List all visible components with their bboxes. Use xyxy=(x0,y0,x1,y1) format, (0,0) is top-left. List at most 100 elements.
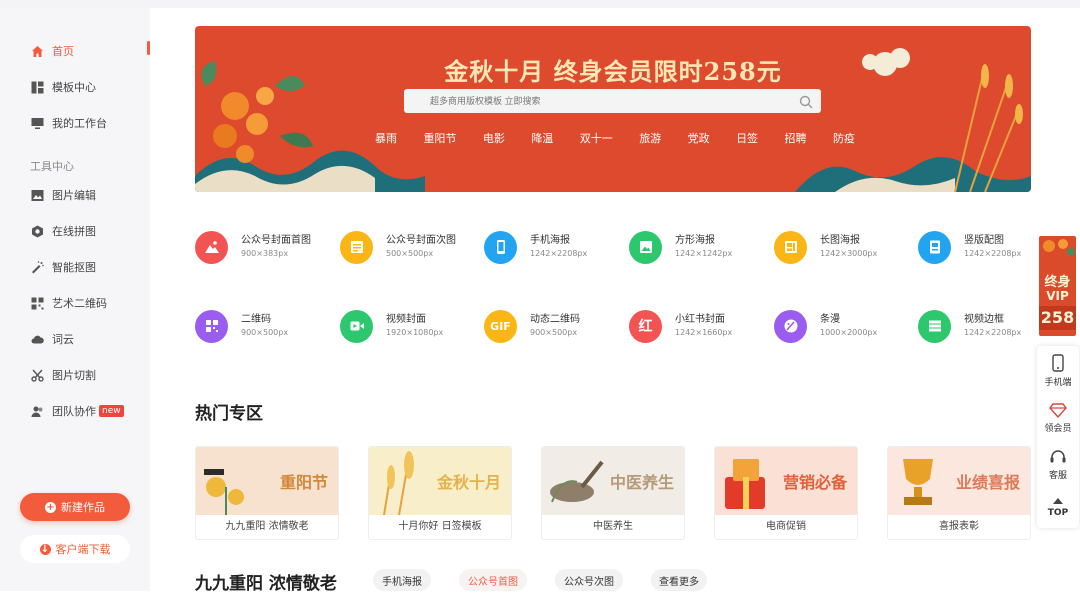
frame-icon xyxy=(918,309,951,343)
home-icon xyxy=(30,44,44,58)
vip-flower-decoration xyxy=(1043,239,1075,256)
category-item[interactable]: 长图海报 1242×3000px xyxy=(774,229,914,265)
hot-card[interactable]: 重阳节 九九重阳 浓情敬老 xyxy=(195,446,339,540)
category-size: 1242×2208px xyxy=(530,249,588,258)
category-size: 1000×2000px xyxy=(820,328,878,337)
qrcode-icon xyxy=(30,296,44,310)
video-icon xyxy=(340,309,373,343)
arrow-up-icon xyxy=(1037,497,1079,505)
phone-icon xyxy=(484,230,517,264)
category-size: 900×500px xyxy=(530,328,578,337)
category-text: 公众号封面次图 500×500px xyxy=(386,234,456,260)
hot-tag[interactable]: 降温 xyxy=(531,130,553,146)
cloud-icon xyxy=(30,332,44,346)
mobile-app-label: 手机端 xyxy=(1044,378,1072,388)
sidebar-item-image-edit[interactable]: 图片编辑 xyxy=(0,177,150,213)
sidebar-item-team[interactable]: 团队协作 new xyxy=(0,393,150,429)
get-vip-button[interactable]: 领会员 xyxy=(1037,402,1079,434)
vip-promo[interactable]: 终身 VIP 258 xyxy=(1039,236,1076,336)
category-item[interactable]: 二维码 900×500px xyxy=(195,308,335,344)
category-size: 1242×1660px xyxy=(675,328,733,337)
hot-card[interactable]: 金秋十月 十月你好 日签模板 xyxy=(368,446,512,540)
hot-tag[interactable]: 双十一 xyxy=(580,130,613,146)
pill-wechat-secondary[interactable]: 公众号次图 xyxy=(555,569,623,591)
hot-card[interactable]: 业绩喜报 喜报表彰 xyxy=(887,446,1031,540)
category-size: 900×383px xyxy=(241,249,289,258)
category-text: 长图海报 1242×3000px xyxy=(820,234,877,260)
category-item[interactable]: 视频边框 1242×2208px xyxy=(918,308,1058,344)
category-item[interactable]: 条漫 1000×2000px xyxy=(774,308,914,344)
xiaohongshu-icon: 红 xyxy=(629,309,662,343)
category-item[interactable]: 视频封面 1920×1080px xyxy=(340,308,480,344)
mobile-icon xyxy=(1037,354,1079,372)
side-toolbar: 手机端 领会员 客服 TOP xyxy=(1037,346,1079,528)
category-item[interactable]: 竖版配图 1242×2208px xyxy=(918,229,1058,265)
sidebar-item-workspace[interactable]: 我的工作台 xyxy=(0,105,150,141)
hot-card-image-text: 业绩喜报 xyxy=(955,473,1020,492)
category-item[interactable]: GIF 动态二维码 900×500px xyxy=(484,308,624,344)
hot-card-image: 金秋十月 xyxy=(369,447,511,515)
category-name: 二维码 xyxy=(241,314,271,325)
pill-wechat-cover[interactable]: 公众号首图 xyxy=(459,569,527,591)
hot-tag[interactable]: 暴雨 xyxy=(375,130,397,146)
sidebar-item-home[interactable]: 首页 xyxy=(0,33,150,69)
vertical-image-icon xyxy=(918,230,951,264)
search-icon[interactable] xyxy=(799,94,813,109)
category-item[interactable]: 方形海报 1242×1242px xyxy=(629,229,769,265)
download-icon: ↓ xyxy=(39,543,51,555)
hot-card-caption: 电商促销 xyxy=(766,521,806,532)
sidebar-item-cutout[interactable]: 智能抠图 xyxy=(0,249,150,285)
pill-view-more[interactable]: 查看更多 xyxy=(651,569,707,591)
category-size: 900×500px xyxy=(241,328,289,337)
banner-hot-tags: 暴雨 重阳节 电影 降温 双十一 旅游 党政 日签 招聘 防疫 xyxy=(375,130,855,146)
category-item[interactable]: 公众号封面次图 500×500px xyxy=(340,229,480,265)
hot-tag[interactable]: 防疫 xyxy=(833,130,855,146)
vip-line2: VIP xyxy=(1046,289,1069,303)
qrcode-icon xyxy=(195,309,228,343)
category-size: 1920×1080px xyxy=(386,328,444,337)
hot-tag[interactable]: 党政 xyxy=(688,130,710,146)
category-size: 1242×1242px xyxy=(675,249,733,258)
category-item[interactable]: 红 小红书封面 1242×1660px xyxy=(629,308,769,344)
category-text: 手机海报 1242×2208px xyxy=(530,234,587,260)
hot-card[interactable]: 营销必备 电商促销 xyxy=(714,446,858,540)
sidebar: 首页 模板中心 我的工作台 工具中心 图片编辑 在线拼图 智能抠图 艺术二维码 … xyxy=(0,8,150,591)
sidebar-item-collage[interactable]: 在线拼图 xyxy=(0,213,150,249)
get-vip-label: 领会员 xyxy=(1044,424,1072,434)
sidebar-item-image-split[interactable]: 图片切割 xyxy=(0,357,150,393)
category-item[interactable]: 手机海报 1242×2208px xyxy=(484,229,624,265)
hot-card-image-text: 中医养生 xyxy=(609,473,674,492)
sidebar-item-word-cloud[interactable]: 词云 xyxy=(0,321,150,357)
hot-tag[interactable]: 电影 xyxy=(483,130,505,146)
hot-tag[interactable]: 重阳节 xyxy=(423,130,456,146)
sidebar-item-templates[interactable]: 模板中心 xyxy=(0,69,150,105)
new-work-button[interactable]: + 新建作品 xyxy=(20,493,130,521)
category-text: 方形海报 1242×1242px xyxy=(675,234,732,260)
category-text: 竖版配图 1242×2208px xyxy=(964,234,1021,260)
hot-tag[interactable]: 旅游 xyxy=(639,130,661,146)
hot-tag[interactable]: 日签 xyxy=(736,130,758,146)
back-to-top-button[interactable]: TOP xyxy=(1037,497,1079,518)
category-name: 手机海报 xyxy=(530,235,570,246)
hot-tag[interactable]: 招聘 xyxy=(785,130,807,146)
image-icon xyxy=(30,188,44,202)
promo-banner[interactable]: 金秋十月 终身会员限时258元 暴雨 重阳节 电影 降温 双十一 旅游 党政 日… xyxy=(195,26,1031,192)
pill-mobile-poster[interactable]: 手机海报 xyxy=(373,569,431,591)
client-download-button[interactable]: ↓ 客户端下载 xyxy=(20,535,130,563)
category-text: 小红书封面 1242×1660px xyxy=(675,313,732,339)
banner-search-input[interactable] xyxy=(404,89,784,113)
hot-card-image: 业绩喜报 xyxy=(888,447,1030,515)
sidebar-item-art-qrcode[interactable]: 艺术二维码 xyxy=(0,285,150,321)
customer-service-button[interactable]: 客服 xyxy=(1037,449,1079,481)
sidebar-item-label: 我的工作台 xyxy=(52,117,107,130)
category-size: 1242×2208px xyxy=(964,328,1022,337)
category-item[interactable]: 公众号封面首图 900×383px xyxy=(195,229,335,265)
magic-wand-icon xyxy=(30,260,44,274)
category-name: 竖版配图 xyxy=(964,235,1004,246)
category-name: 小红书封面 xyxy=(675,314,725,325)
mobile-app-button[interactable]: 手机端 xyxy=(1037,354,1079,388)
category-text: 视频边框 1242×2208px xyxy=(964,313,1021,339)
team-icon xyxy=(30,404,44,418)
hot-card[interactable]: 中医养生 中医养生 xyxy=(541,446,685,540)
category-name: 动态二维码 xyxy=(530,314,580,325)
